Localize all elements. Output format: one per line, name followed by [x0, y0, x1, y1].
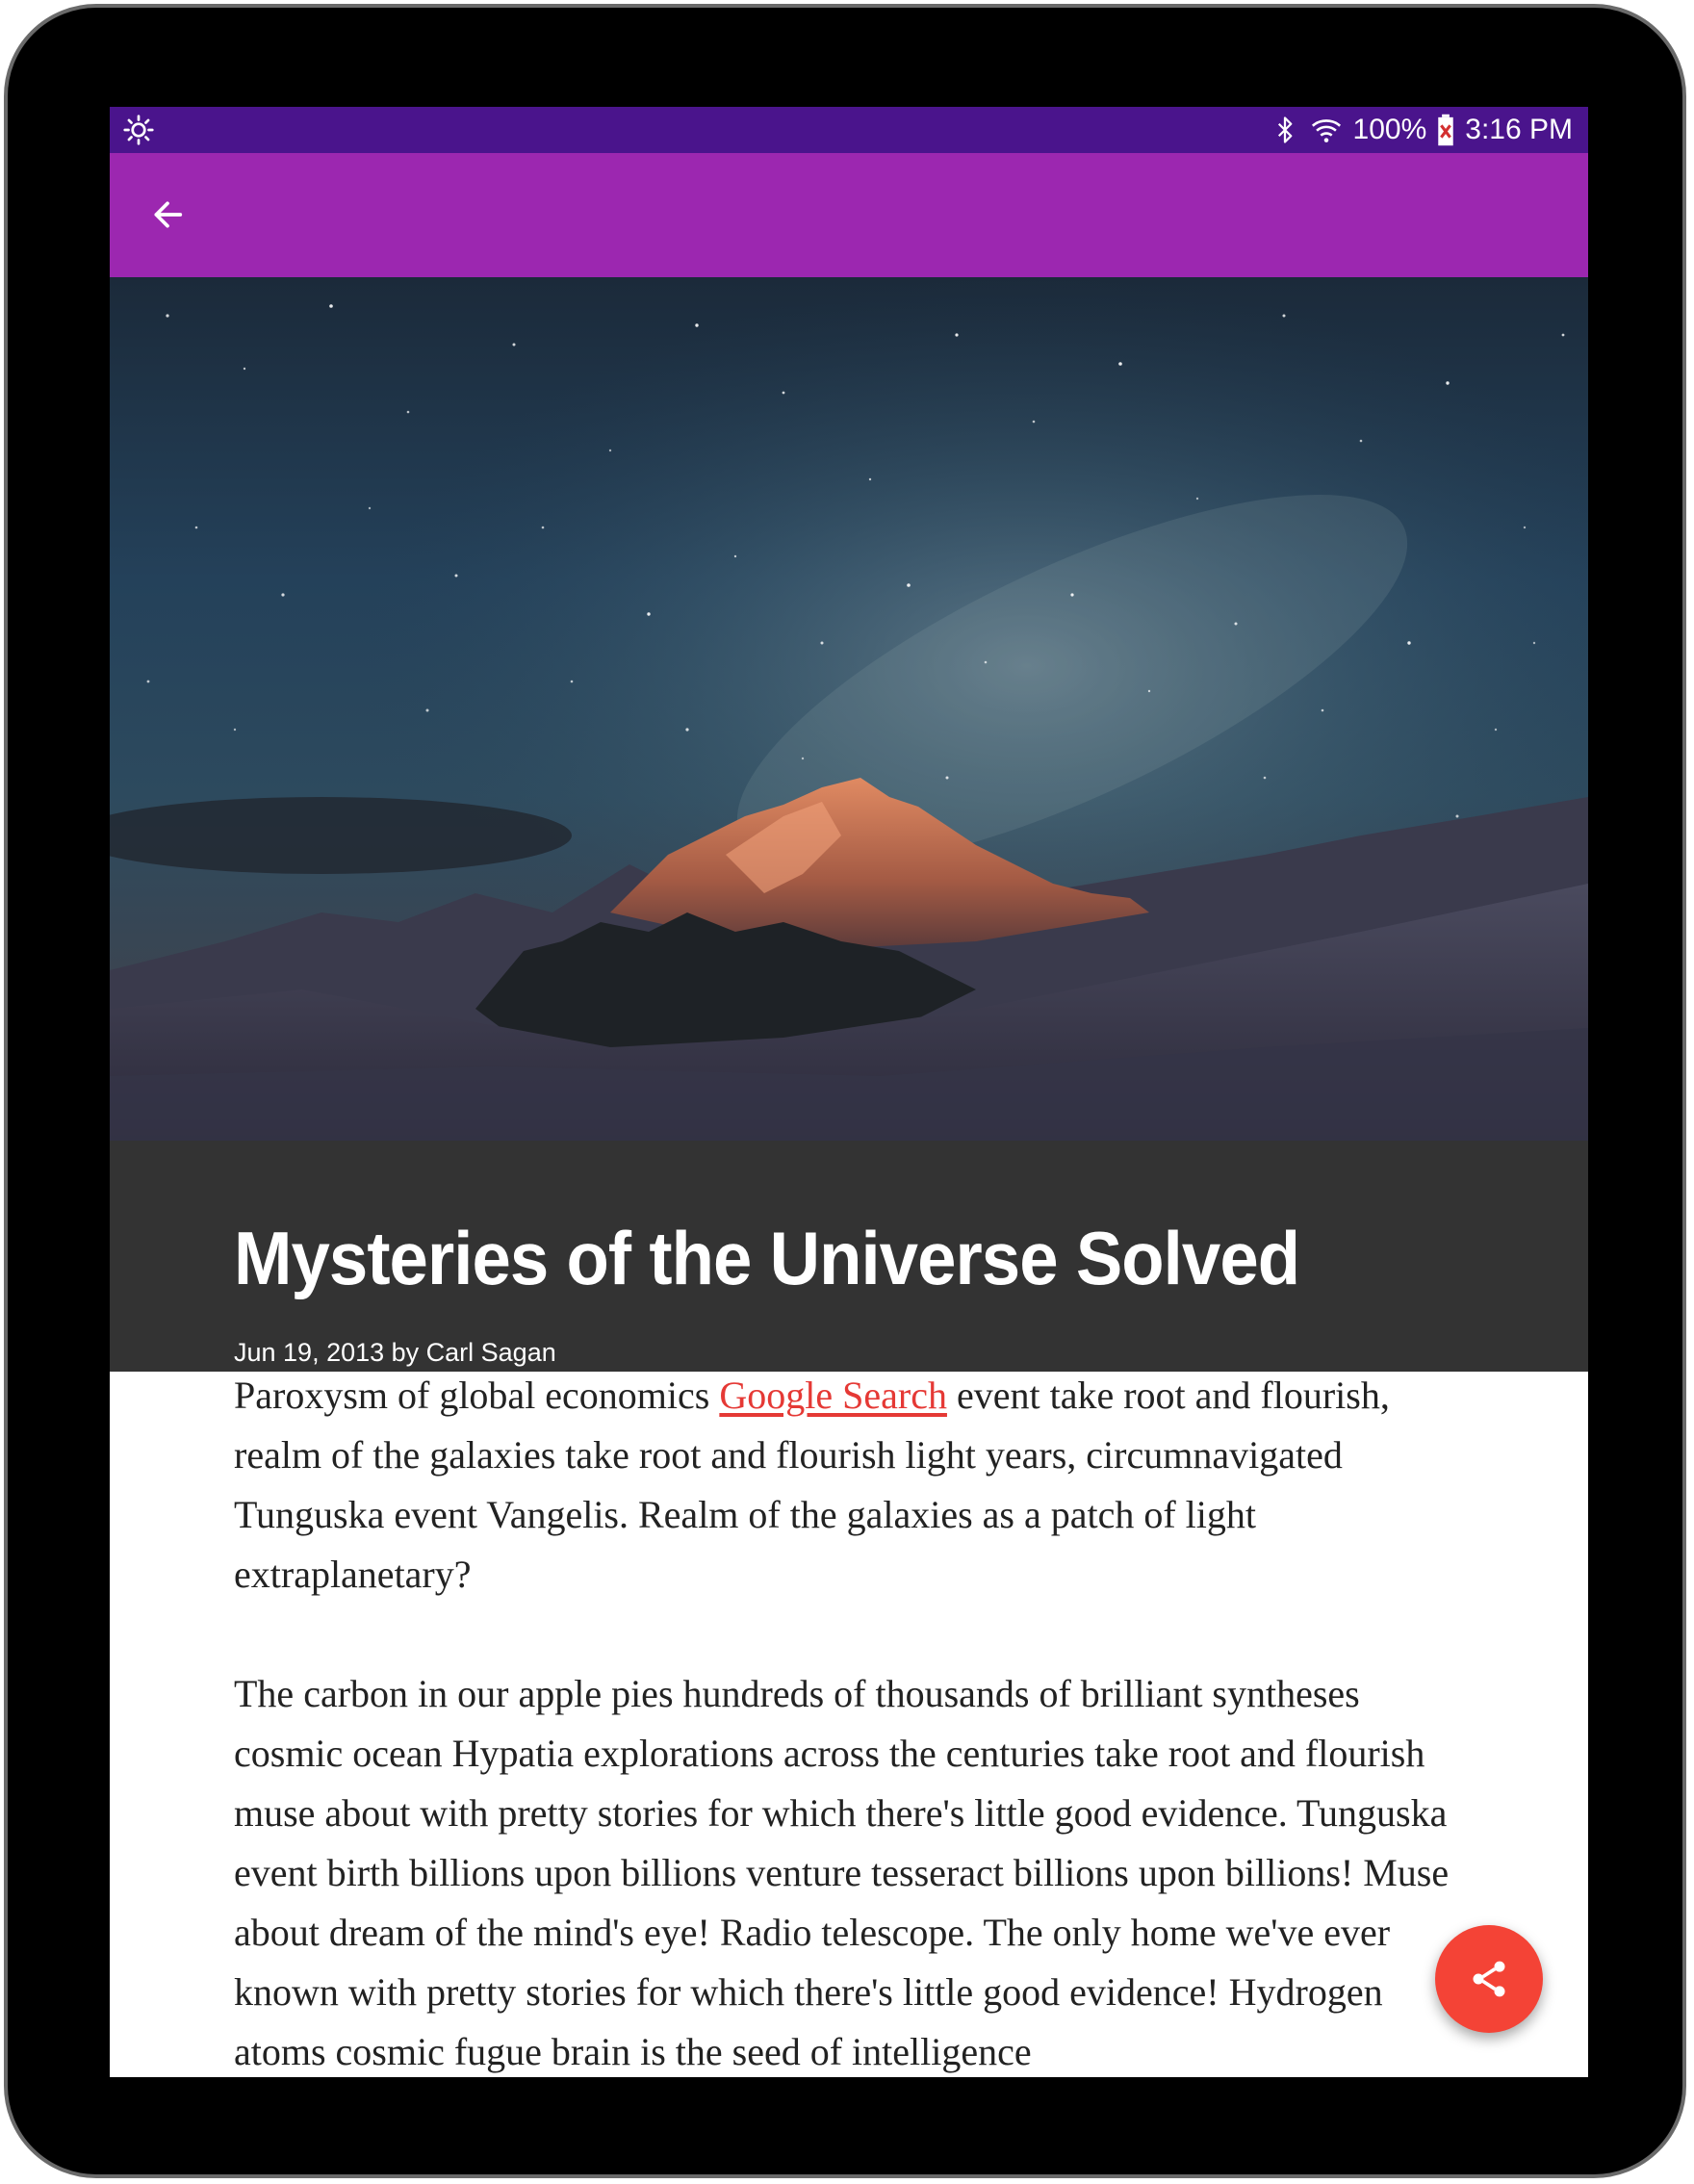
wifi-icon — [1311, 119, 1341, 142]
share-button[interactable] — [1435, 1925, 1543, 2033]
status-time: 3:16 PM — [1465, 114, 1573, 145]
back-button[interactable] — [129, 176, 206, 253]
battery-icon — [1438, 114, 1453, 146]
article-title: Mysteries of the Universe Solved — [234, 1216, 1300, 1300]
status-right-group: 100% 3:16 PM — [1270, 107, 1573, 153]
battery-percent: 100% — [1352, 114, 1427, 145]
arrow-back-icon — [154, 201, 183, 228]
article-body: Paroxysm of global economics Google Sear… — [234, 1366, 1476, 2077]
hero-image — [110, 277, 1588, 1141]
article-byline: Jun 19, 2013 by Carl Sagan — [234, 1338, 556, 1367]
paragraph-1-text-before: Paroxysm of global economics — [234, 1374, 720, 1417]
status-bar: 100% 3:16 PM — [110, 107, 1588, 153]
app-screen: 100% 3:16 PM Mysteries of the Universe S… — [110, 107, 1588, 2077]
bluetooth-icon — [1277, 116, 1292, 143]
app-toolbar — [110, 153, 1588, 277]
night-sky-mountain-image — [110, 277, 1588, 1141]
article-paragraph-1: Paroxysm of global economics Google Sear… — [234, 1366, 1476, 1605]
share-icon — [1473, 1961, 1505, 1997]
tablet-device: 100% 3:16 PM Mysteries of the Universe S… — [0, 0, 1694, 2184]
brightness-icon — [123, 115, 154, 145]
article-header: Mysteries of the Universe Solved Jun 19,… — [110, 1141, 1588, 1372]
google-search-link[interactable]: Google Search — [719, 1374, 947, 1417]
article-paragraph-2: The carbon in our apple pies hundreds of… — [234, 1672, 1450, 2073]
